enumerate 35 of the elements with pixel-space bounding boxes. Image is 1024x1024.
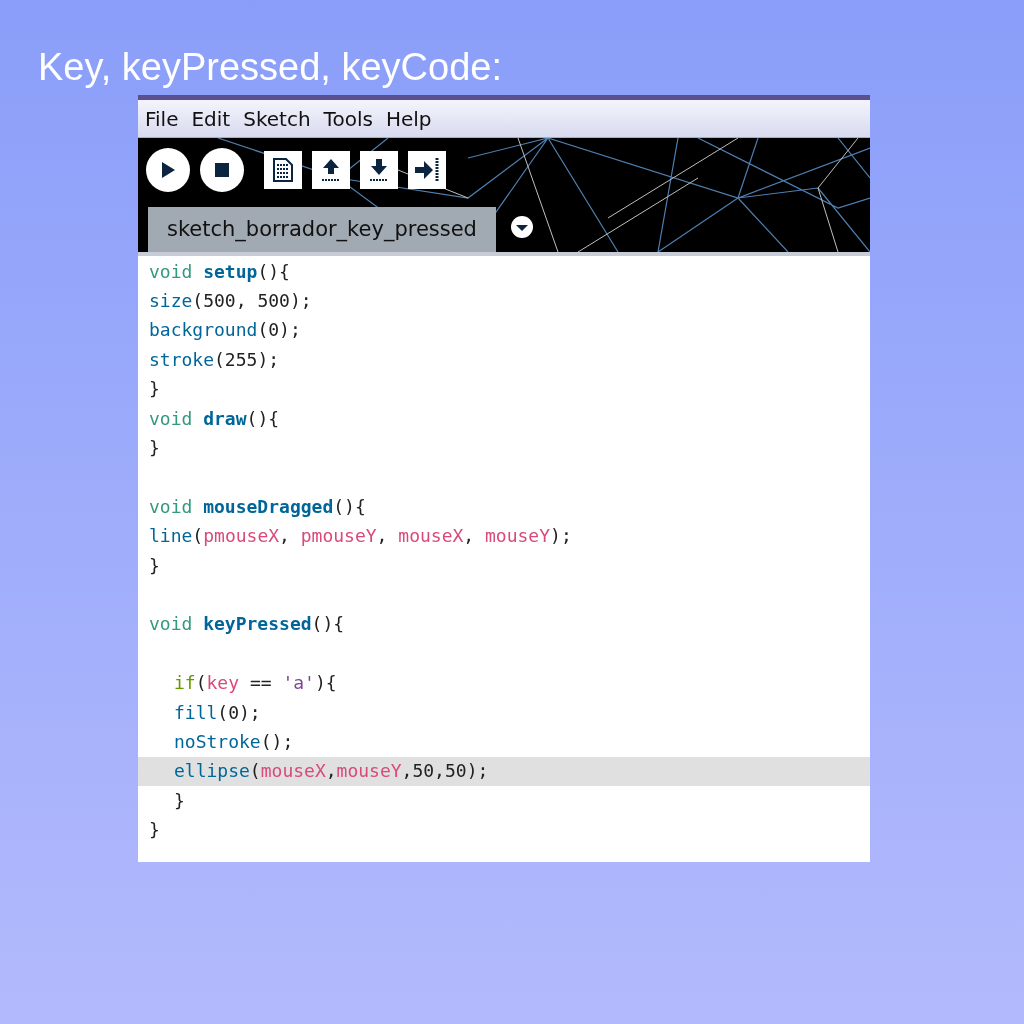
code-line: void draw(){	[149, 406, 280, 431]
stop-button[interactable]	[200, 148, 244, 192]
code-line: ellipse(mouseX,mouseY,50,50);	[174, 759, 489, 784]
code-line: void mouseDragged(){	[149, 494, 366, 519]
code-line: noStroke();	[174, 729, 294, 754]
new-file-button[interactable]	[264, 151, 302, 189]
code-line: void keyPressed(){	[149, 612, 345, 637]
code-line: }	[174, 788, 185, 813]
menu-item[interactable]: Sketch	[243, 108, 311, 129]
code-line: background(0);	[149, 318, 301, 343]
menu-item[interactable]: Tools	[323, 108, 373, 129]
sketch-tab[interactable]: sketch_borrador_key_pressed	[148, 207, 496, 252]
menu-item[interactable]: Edit	[191, 108, 231, 129]
code-line: }	[149, 436, 160, 461]
code-line: }	[149, 818, 160, 843]
menu-item[interactable]: Help	[385, 108, 432, 129]
code-line: stroke(255);	[149, 347, 280, 372]
stop-icon	[214, 162, 230, 178]
menu-item[interactable]: File	[145, 108, 179, 129]
run-button[interactable]	[146, 148, 190, 192]
play-icon	[159, 160, 177, 180]
dropdown-caret-icon[interactable]	[509, 215, 534, 239]
code-line: }	[149, 377, 160, 402]
code-line: void setup(){	[149, 259, 290, 284]
download-arrow-button[interactable]	[360, 151, 398, 189]
right-arrow-icon	[413, 156, 441, 184]
export-arrow-button[interactable]	[408, 151, 446, 189]
slide-title: Key, keyPressed, keyCode:	[38, 45, 502, 90]
document-icon	[271, 157, 295, 183]
upload-arrow-button[interactable]	[312, 151, 350, 189]
code-line: fill(0);	[174, 700, 261, 725]
code-line: }	[149, 553, 160, 578]
code-line: if(key == 'a'){	[174, 671, 337, 696]
code-line: size(500, 500);	[149, 289, 312, 314]
code-line: line(pmouseX, pmouseY, mouseX, mouseY);	[149, 524, 572, 549]
